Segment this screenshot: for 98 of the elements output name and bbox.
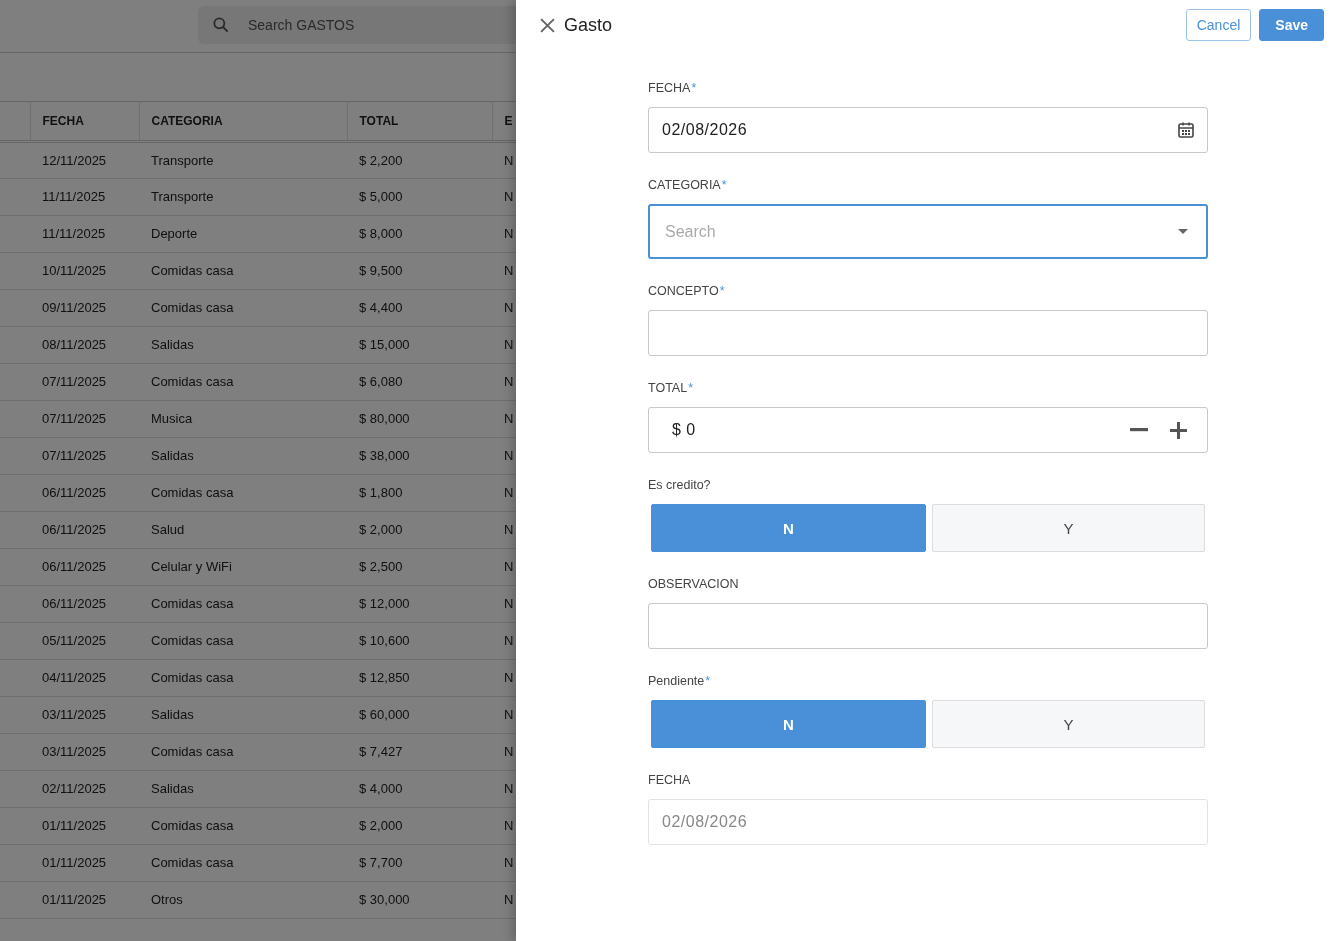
table-cell: $ 80,000 xyxy=(347,400,492,437)
cancel-button[interactable]: Cancel xyxy=(1185,9,1252,41)
field-label: Pendiente xyxy=(648,674,705,688)
table-cell: Comidas casa xyxy=(139,844,347,881)
table-cell: Comidas casa xyxy=(139,585,347,622)
plus-icon[interactable] xyxy=(1170,421,1187,439)
category-select[interactable]: Search xyxy=(648,204,1208,259)
table-cell: $ 12,850 xyxy=(347,659,492,696)
field-label: TOTAL xyxy=(648,381,688,395)
input-field[interactable] xyxy=(648,310,1208,356)
toggle-option[interactable]: Y xyxy=(932,700,1205,748)
search-field[interactable]: Search GASTOS xyxy=(198,6,516,44)
calendar-icon[interactable] xyxy=(1177,121,1195,139)
input-field[interactable] xyxy=(648,603,1208,649)
save-button[interactable]: Save xyxy=(1259,9,1324,41)
amount-field[interactable]: $ 0 xyxy=(648,407,1208,453)
table-cell: 03/11/2025 xyxy=(30,696,139,733)
table-cell: 04/11/2025 xyxy=(30,659,139,696)
table-cell: Comidas casa xyxy=(139,363,347,400)
required-mark: * xyxy=(719,284,725,298)
field-label: FECHA xyxy=(648,81,691,95)
table-cell: $ 38,000 xyxy=(347,437,492,474)
table-cell: Salidas xyxy=(139,770,347,807)
table-cell: 05/11/2025 xyxy=(30,622,139,659)
table-cell: 06/11/2025 xyxy=(30,585,139,622)
table-cell: 03/11/2025 xyxy=(30,733,139,770)
required-mark: * xyxy=(688,381,693,395)
table-cell: $ 10,600 xyxy=(347,622,492,659)
table-cell: Celular y WiFi xyxy=(139,548,347,585)
toggle-option[interactable]: N xyxy=(651,700,926,748)
column-header: FECHA xyxy=(30,102,139,141)
table-cell: $ 9,500 xyxy=(347,252,492,289)
table-cell: Transporte xyxy=(139,141,347,178)
field-label: OBSERVACION xyxy=(648,577,739,591)
table-cell: Salidas xyxy=(139,326,347,363)
column-header: CATEGORIA xyxy=(139,102,347,141)
table-cell: 06/11/2025 xyxy=(30,548,139,585)
table-cell: Comidas casa xyxy=(139,474,347,511)
table-cell: Salidas xyxy=(139,696,347,733)
caret-icon xyxy=(1178,229,1188,234)
table-cell: $ 60,000 xyxy=(347,696,492,733)
field-label: Es credito? xyxy=(648,478,711,492)
table-cell: Salud xyxy=(139,511,347,548)
search-icon xyxy=(211,15,231,35)
table-cell: 07/11/2025 xyxy=(30,363,139,400)
table-cell: Comidas casa xyxy=(139,733,347,770)
field-label: CATEGORIA xyxy=(648,178,721,192)
table-cell: 01/11/2025 xyxy=(30,807,139,844)
table-cell: $ 4,000 xyxy=(347,770,492,807)
table-cell: 12/11/2025 xyxy=(30,141,139,178)
table-cell: $ 6,080 xyxy=(347,363,492,400)
table-cell: Comidas casa xyxy=(139,659,347,696)
table-cell: $ 12,000 xyxy=(347,585,492,622)
table-cell: 10/11/2025 xyxy=(30,252,139,289)
table-cell: $ 2,200 xyxy=(347,141,492,178)
table-cell: 08/11/2025 xyxy=(30,326,139,363)
table-cell: 01/11/2025 xyxy=(30,881,139,918)
field-label: CONCEPTO xyxy=(648,284,719,298)
table-cell: $ 1,800 xyxy=(347,474,492,511)
table-cell: 09/11/2025 xyxy=(30,289,139,326)
column-header: TOTAL xyxy=(347,102,492,141)
table-cell: Comidas casa xyxy=(139,807,347,844)
close-icon[interactable] xyxy=(540,17,555,33)
field-label: FECHA xyxy=(648,773,691,787)
table-cell: Musica xyxy=(139,400,347,437)
table-cell: $ 8,000 xyxy=(347,215,492,252)
table-cell: $ 7,427 xyxy=(347,733,492,770)
required-mark: * xyxy=(705,674,711,688)
table-cell: Salidas xyxy=(139,437,347,474)
table-cell: Comidas casa xyxy=(139,252,347,289)
table-cell: $ 7,700 xyxy=(347,844,492,881)
table-cell: Deporte xyxy=(139,215,347,252)
table-cell: Transporte xyxy=(139,178,347,215)
table-cell: Otros xyxy=(139,881,347,918)
required-mark: * xyxy=(721,178,727,192)
table-cell: $ 15,000 xyxy=(347,326,492,363)
table-cell: 06/11/2025 xyxy=(30,474,139,511)
toggle-option[interactable]: Y xyxy=(932,504,1205,552)
date-field[interactable]: 02/08/2026 xyxy=(648,107,1208,153)
table-cell: $ 4,400 xyxy=(347,289,492,326)
table-cell: Comidas casa xyxy=(139,622,347,659)
table-cell: $ 2,500 xyxy=(347,548,492,585)
table-cell: 11/11/2025 xyxy=(30,178,139,215)
table-cell: $ 30,000 xyxy=(347,881,492,918)
table-cell: 11/11/2025 xyxy=(30,215,139,252)
table-cell: 07/11/2025 xyxy=(30,400,139,437)
table-cell: $ 2,000 xyxy=(347,807,492,844)
table-cell: 01/11/2025 xyxy=(30,844,139,881)
required-mark: * xyxy=(691,81,697,95)
table-cell: $ 5,000 xyxy=(347,178,492,215)
minus-icon[interactable] xyxy=(1130,428,1148,432)
panel-title: Gasto xyxy=(564,14,613,36)
table-cell: Comidas casa xyxy=(139,289,347,326)
table-cell: $ 2,000 xyxy=(347,511,492,548)
table-cell: 06/11/2025 xyxy=(30,511,139,548)
toggle-option[interactable]: N xyxy=(651,504,926,552)
table-cell: 02/11/2025 xyxy=(30,770,139,807)
table-cell: 07/11/2025 xyxy=(30,437,139,474)
